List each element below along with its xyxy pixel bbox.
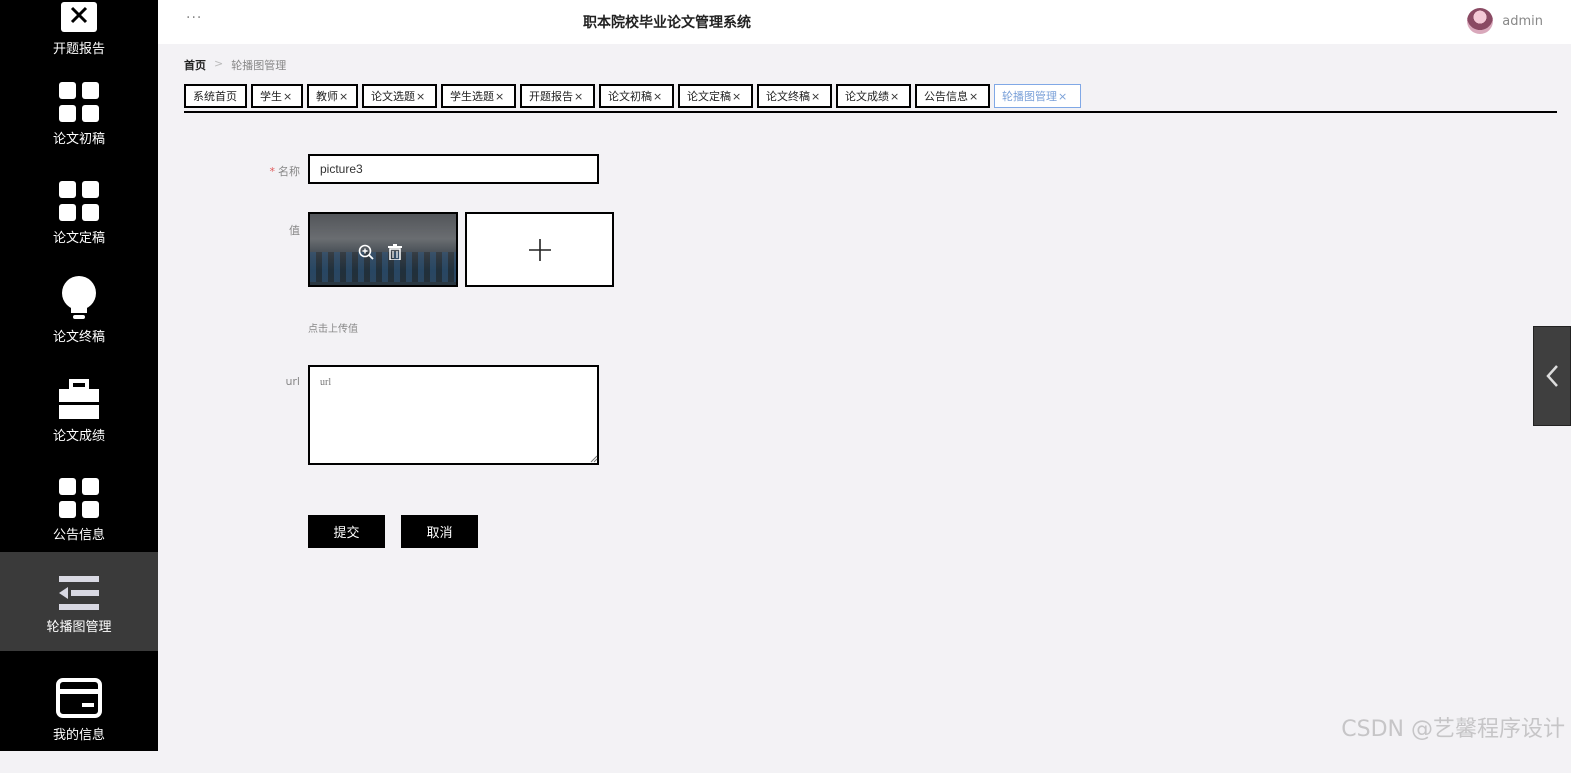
sidebar: 开题报告 论文初稿 论文定稿 论文终稿 论文成绩 公告信息 轮播图管理 我的信息 bbox=[0, 0, 158, 751]
breadcrumb: 首页 > 轮播图管理 bbox=[184, 57, 286, 73]
sidebar-item-label: 论文成绩 bbox=[52, 429, 105, 444]
required-mark: * bbox=[269, 165, 276, 178]
tab-label: 公告信息 bbox=[924, 90, 968, 103]
breadcrumb-home[interactable]: 首页 bbox=[184, 57, 206, 73]
more-dots-icon[interactable]: ··· bbox=[186, 10, 202, 26]
resize-grip-icon[interactable] bbox=[590, 455, 598, 463]
briefcase-icon bbox=[59, 375, 99, 419]
sidebar-item-label: 公告信息 bbox=[52, 528, 105, 543]
close-icon[interactable]: × bbox=[969, 90, 978, 103]
close-icon[interactable]: × bbox=[732, 90, 741, 103]
chevron-left-icon bbox=[1546, 365, 1558, 387]
close-icon[interactable]: × bbox=[653, 90, 662, 103]
delete-icon[interactable] bbox=[388, 244, 402, 264]
tab-carousel-management[interactable]: 轮播图管理 × bbox=[994, 84, 1081, 108]
tab-label: 教师 bbox=[316, 90, 338, 103]
tab-label: 论文定稿 bbox=[687, 90, 731, 103]
tab-label: 论文初稿 bbox=[608, 90, 652, 103]
tab-label: 学生选题 bbox=[450, 90, 494, 103]
bulb-icon bbox=[60, 276, 98, 320]
tab-thesis-topics[interactable]: 论文选题 × bbox=[362, 84, 437, 108]
watermark: CSDN @艺馨程序设计 bbox=[1341, 717, 1565, 742]
sidebar-item-first-draft[interactable]: 论文初稿 bbox=[0, 78, 158, 177]
user-menu[interactable]: admin bbox=[1467, 8, 1543, 34]
close-icon[interactable]: × bbox=[811, 90, 820, 103]
close-icon[interactable]: × bbox=[339, 90, 348, 103]
tab-label: 开题报告 bbox=[529, 90, 573, 103]
value-label: 值 bbox=[289, 224, 300, 237]
grid-icon bbox=[59, 177, 99, 221]
tab-final-version[interactable]: 论文定稿 × bbox=[678, 84, 753, 108]
url-label: url bbox=[285, 375, 300, 388]
sidebar-item-label: 我的信息 bbox=[52, 728, 105, 743]
tab-label: 系统首页 bbox=[193, 90, 237, 103]
sidebar-item-final-version[interactable]: 论文定稿 bbox=[0, 177, 158, 276]
menu-fold-icon bbox=[59, 574, 99, 610]
zoom-in-icon[interactable] bbox=[358, 244, 374, 264]
name-input[interactable]: picture3 bbox=[308, 154, 599, 184]
tab-label: 论文选题 bbox=[371, 90, 415, 103]
card-icon bbox=[56, 674, 102, 718]
app-title: 职本院校毕业论文管理系统 bbox=[583, 15, 751, 31]
image-actions bbox=[358, 244, 402, 264]
upload-button[interactable] bbox=[465, 212, 614, 287]
tab-bar: 系统首页 学生 × 教师 × 论文选题 × 学生选题 × 开题报告 × 论文初稿 × 论文定… bbox=[184, 84, 1557, 113]
sidebar-item-my-info[interactable]: 我的信息 bbox=[0, 674, 158, 773]
user-name: admin bbox=[1502, 13, 1543, 29]
drawer-toggle-button[interactable] bbox=[1533, 326, 1571, 426]
breadcrumb-current: 轮播图管理 bbox=[231, 59, 287, 72]
close-icon[interactable]: × bbox=[1058, 90, 1067, 103]
top-header: ··· 职本院校毕业论文管理系统 admin bbox=[158, 0, 1571, 44]
sidebar-item-label: 开题报告 bbox=[52, 42, 105, 57]
breadcrumb-separator: > bbox=[214, 57, 224, 70]
tab-label: 论文成绩 bbox=[845, 90, 889, 103]
tab-first-draft[interactable]: 论文初稿 × bbox=[599, 84, 674, 108]
grid-icon bbox=[59, 78, 99, 122]
close-icon[interactable]: × bbox=[574, 90, 583, 103]
tab-label: 论文终稿 bbox=[766, 90, 810, 103]
tab-system-home[interactable]: 系统首页 bbox=[184, 84, 247, 108]
cancel-button[interactable]: 取消 bbox=[401, 515, 478, 548]
tab-label: 学生 bbox=[260, 90, 282, 103]
upload-hint: 点击上传值 bbox=[308, 324, 358, 335]
sidebar-item-proposal-report[interactable]: 开题报告 bbox=[0, 0, 158, 87]
avatar[interactable] bbox=[1467, 8, 1494, 34]
uploaded-image-thumbnail[interactable] bbox=[308, 212, 458, 287]
url-textarea[interactable] bbox=[308, 365, 599, 465]
plus-icon bbox=[528, 238, 551, 261]
sidebar-item-carousel[interactable]: 轮播图管理 bbox=[0, 552, 158, 651]
sidebar-item-label: 轮播图管理 bbox=[46, 620, 112, 635]
sidebar-item-label: 论文定稿 bbox=[52, 231, 105, 246]
tab-final-draft[interactable]: 论文终稿 × bbox=[757, 84, 832, 108]
sidebar-item-grades[interactable]: 论文成绩 bbox=[0, 375, 158, 474]
tab-label: 轮播图管理 bbox=[1002, 90, 1057, 103]
close-icon[interactable]: × bbox=[283, 90, 292, 103]
submit-button[interactable]: 提交 bbox=[308, 515, 385, 548]
sidebar-item-final-draft[interactable]: 论文终稿 bbox=[0, 276, 158, 375]
close-icon[interactable]: × bbox=[495, 90, 504, 103]
close-icon bbox=[60, 0, 98, 32]
close-icon[interactable]: × bbox=[890, 90, 899, 103]
grid-icon bbox=[59, 474, 99, 518]
sidebar-item-label: 论文终稿 bbox=[52, 330, 105, 345]
tab-students[interactable]: 学生 × bbox=[251, 84, 303, 108]
tab-student-topics[interactable]: 学生选题 × bbox=[441, 84, 516, 108]
name-label: * 名称 bbox=[240, 163, 301, 179]
tab-announcements[interactable]: 公告信息 × bbox=[915, 84, 990, 108]
sidebar-item-label: 论文初稿 bbox=[52, 132, 105, 147]
name-label-text: 名称 bbox=[278, 165, 300, 178]
tab-teachers[interactable]: 教师 × bbox=[307, 84, 358, 108]
close-icon[interactable]: × bbox=[416, 90, 425, 103]
tab-grades[interactable]: 论文成绩 × bbox=[836, 84, 911, 108]
tab-proposal-report[interactable]: 开题报告 × bbox=[520, 84, 595, 108]
